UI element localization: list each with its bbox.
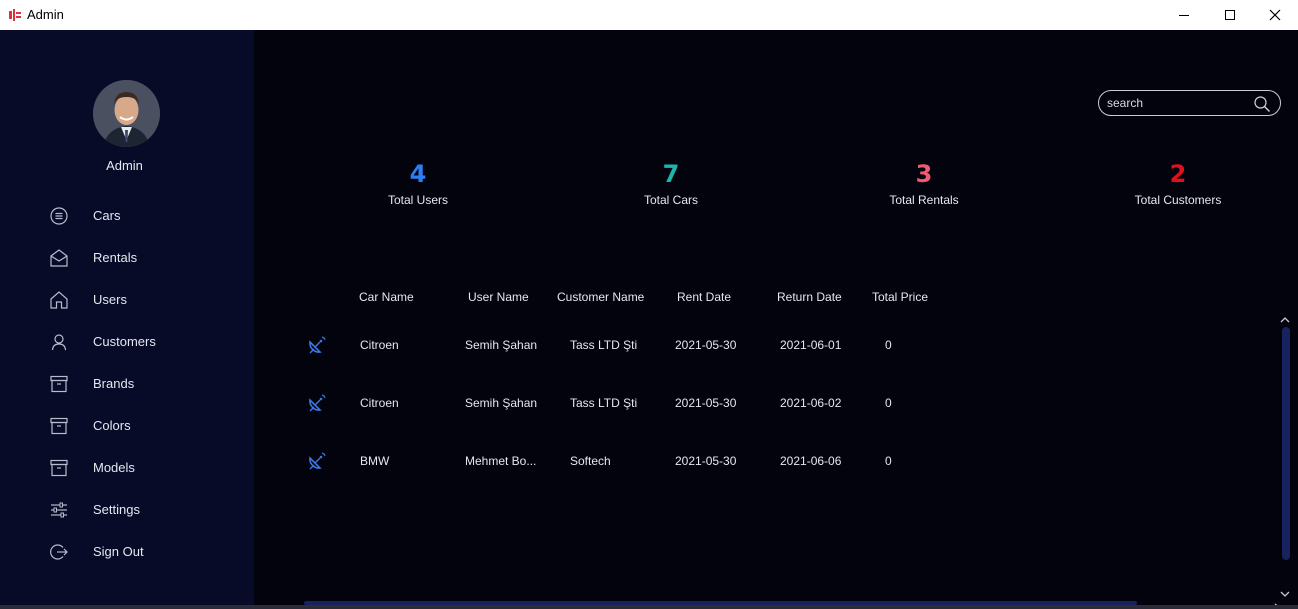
satellite-dish-icon[interactable] bbox=[306, 334, 328, 356]
title-bar: Admin bbox=[0, 0, 1298, 30]
cell-total-price: 0 bbox=[885, 338, 892, 352]
cell-user-name: Semih Şahan bbox=[465, 338, 538, 352]
cell-user-name: Mehmet Bo... bbox=[465, 454, 537, 468]
sidebar-item-label: Rentals bbox=[93, 250, 138, 265]
sidebar-item-label: Models bbox=[93, 460, 135, 475]
home-icon bbox=[49, 290, 69, 310]
close-button[interactable] bbox=[1252, 0, 1298, 30]
cell-car-name: Citroen bbox=[360, 396, 399, 410]
cell-car-name: Citroen bbox=[360, 338, 399, 352]
maximize-button[interactable] bbox=[1207, 0, 1253, 30]
cell-return-date: 2021-06-06 bbox=[780, 454, 842, 468]
archive-icon bbox=[49, 458, 69, 478]
cell-car-name: BMW bbox=[360, 454, 390, 468]
stat-value: 3 bbox=[915, 160, 933, 188]
minimize-button[interactable] bbox=[1161, 0, 1207, 30]
cell-return-date: 2021-06-02 bbox=[780, 396, 842, 410]
stat-label: Total Customers bbox=[1134, 193, 1222, 207]
cell-rent-date: 2021-05-30 bbox=[675, 338, 737, 352]
close-icon bbox=[1269, 9, 1281, 21]
cell-total-price: 0 bbox=[885, 396, 892, 410]
column-header-customer-name[interactable]: Customer Name bbox=[557, 290, 644, 304]
cell-customer-name: Tass LTD Şti bbox=[570, 338, 638, 352]
column-header-car-name[interactable]: Car Name bbox=[359, 290, 414, 304]
app-logo-icon bbox=[8, 8, 22, 22]
maximize-icon bbox=[1225, 10, 1235, 20]
stat-label: Total Users bbox=[387, 193, 449, 207]
sidebar-item-label: Colors bbox=[93, 418, 131, 433]
sidebar: Admin Cars Rentals Users Customers Brand… bbox=[0, 30, 254, 605]
profile-name: Admin bbox=[106, 158, 143, 173]
sidebar-item-label: Brands bbox=[93, 376, 135, 391]
cell-customer-name: Tass LTD Şti bbox=[570, 396, 638, 410]
sign-out-icon bbox=[49, 542, 69, 562]
sidebar-item-label: Customers bbox=[93, 334, 156, 349]
avatar bbox=[93, 80, 160, 147]
cell-total-price: 0 bbox=[885, 454, 892, 468]
sidebar-item-models[interactable]: Models bbox=[0, 451, 254, 485]
cell-rent-date: 2021-05-30 bbox=[675, 396, 737, 410]
stat-total-cars: 7 Total Cars bbox=[571, 158, 771, 207]
scroll-up-icon[interactable] bbox=[1278, 313, 1292, 325]
sidebar-item-customers[interactable]: Customers bbox=[0, 325, 254, 359]
archive-icon bbox=[49, 416, 69, 436]
cell-customer-name: Softech bbox=[570, 454, 611, 468]
sidebar-item-users[interactable]: Users bbox=[0, 283, 254, 317]
sidebar-item-cars[interactable]: Cars bbox=[0, 199, 254, 233]
sidebar-item-label: Settings bbox=[93, 502, 140, 517]
main-content: 4 Total Users 7 Total Cars 3 Total Renta… bbox=[254, 30, 1298, 609]
stat-total-rentals: 3 Total Rentals bbox=[824, 158, 1024, 207]
sidebar-item-colors[interactable]: Colors bbox=[0, 409, 254, 443]
satellite-dish-icon[interactable] bbox=[306, 392, 328, 414]
column-header-rent-date[interactable]: Rent Date bbox=[677, 290, 731, 304]
archive-icon bbox=[49, 374, 69, 394]
sidebar-item-label: Sign Out bbox=[93, 544, 144, 559]
column-header-return-date[interactable]: Return Date bbox=[777, 290, 842, 304]
sidebar-item-label: Users bbox=[93, 292, 127, 307]
search-icon[interactable] bbox=[1253, 95, 1271, 113]
stat-total-customers: 2 Total Customers bbox=[1078, 158, 1278, 207]
sliders-icon bbox=[49, 500, 69, 520]
search-box[interactable] bbox=[1098, 90, 1281, 116]
list-icon bbox=[49, 206, 69, 226]
sidebar-item-sign-out[interactable]: Sign Out bbox=[0, 535, 254, 569]
stat-total-users: 4 Total Users bbox=[318, 158, 518, 207]
minimize-icon bbox=[1179, 15, 1189, 16]
sidebar-item-rentals[interactable]: Rentals bbox=[0, 241, 254, 275]
mail-icon bbox=[49, 248, 69, 268]
person-icon bbox=[49, 332, 69, 352]
window-bottom-border bbox=[0, 605, 1298, 609]
satellite-dish-icon[interactable] bbox=[306, 450, 328, 472]
stat-label: Total Rentals bbox=[889, 193, 959, 207]
vertical-scrollbar[interactable] bbox=[1282, 327, 1290, 560]
stat-value: 4 bbox=[409, 160, 427, 188]
cell-rent-date: 2021-05-30 bbox=[675, 454, 737, 468]
search-input[interactable] bbox=[1107, 94, 1247, 112]
column-header-user-name[interactable]: User Name bbox=[468, 290, 529, 304]
window-title: Admin bbox=[27, 7, 64, 22]
cell-return-date: 2021-06-01 bbox=[780, 338, 842, 352]
sidebar-item-settings[interactable]: Settings bbox=[0, 493, 254, 527]
stat-label: Total Cars bbox=[643, 193, 699, 207]
sidebar-item-label: Cars bbox=[93, 208, 121, 223]
cell-user-name: Semih Şahan bbox=[465, 396, 538, 410]
sidebar-item-brands[interactable]: Brands bbox=[0, 367, 254, 401]
stat-value: 7 bbox=[662, 160, 680, 188]
stat-value: 2 bbox=[1169, 160, 1187, 188]
column-header-total-price[interactable]: Total Price bbox=[872, 290, 928, 304]
